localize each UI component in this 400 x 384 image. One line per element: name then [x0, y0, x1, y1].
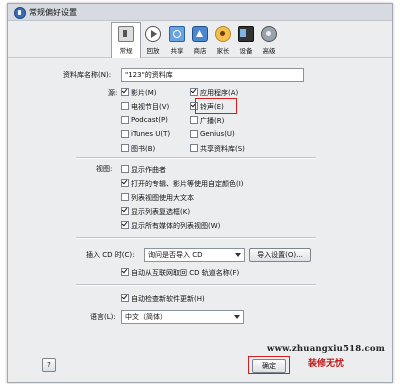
source-podcast-label: Podcast(P)	[131, 116, 168, 124]
source-movies-checkbox[interactable]	[121, 88, 129, 96]
source-genius-checkbox[interactable]	[190, 130, 198, 138]
cd-insert-label: 插入 CD 时(C):	[86, 251, 135, 259]
library-name-label: 资料库名称(N):	[63, 71, 112, 79]
tab-advanced[interactable]: 高级	[255, 23, 283, 56]
general-settings-icon	[118, 26, 134, 42]
title-bar: 常规偏好设置	[8, 4, 392, 21]
auto-fetch-cd-names-checkbox[interactable]	[121, 268, 129, 276]
device-icon	[238, 26, 254, 42]
source-shared-libraries-checkbox[interactable]	[190, 144, 198, 152]
site-watermark: www.zhuangxiu518.com 装修无忧	[256, 344, 396, 369]
store-icon	[192, 26, 208, 42]
preferences-window: 常规偏好设置 常规 回放 共享 商店 家长 设备 高级 资料库名称(N): "1…	[7, 3, 393, 383]
view-all-media-list-label: 显示所有媒体的列表视图(W)	[131, 222, 221, 230]
separator	[76, 157, 316, 159]
help-button[interactable]: ?	[42, 358, 56, 372]
view-show-composer-label: 显示作曲者	[131, 166, 166, 174]
source-tvshows-label: 电视节目(V)	[131, 103, 170, 111]
auto-check-updates-checkbox[interactable]	[121, 294, 129, 302]
source-itunesu-label: iTunes U(T)	[131, 130, 171, 138]
source-tvshows-checkbox[interactable]	[121, 102, 129, 110]
source-apps-label: 应用程序(A)	[200, 89, 239, 97]
source-radio-checkbox[interactable]	[190, 116, 198, 124]
advanced-icon	[261, 26, 277, 42]
auto-fetch-cd-names-label: 自动从互联网取回 CD 轨道名称(F)	[131, 269, 240, 277]
view-large-text-checkbox[interactable]	[121, 193, 129, 201]
view-all-media-list-checkbox[interactable]	[121, 221, 129, 229]
source-shared-libraries-label: 共享资料库(S)	[200, 145, 245, 153]
tab-sharing-label: 共享	[170, 47, 184, 55]
watermark-text: 装修无忧	[307, 359, 344, 369]
view-custom-colors-label: 打开的专辑、影片等使用自定颜色(I)	[131, 180, 244, 188]
cd-insert-select[interactable]: 询问是否导入 CD	[144, 248, 245, 262]
language-label: 语言(L):	[90, 313, 116, 321]
view-list-checkboxes-label: 显示列表复选框(K)	[131, 208, 191, 216]
itunes-app-icon	[14, 7, 26, 19]
view-custom-colors-checkbox[interactable]	[121, 179, 129, 187]
separator	[76, 237, 316, 239]
views-label: 视图:	[96, 165, 113, 173]
tab-general-label: 常规	[119, 47, 133, 55]
import-settings-button[interactable]: 导入设置(O)...	[249, 248, 311, 262]
chevron-down-icon	[234, 315, 240, 319]
source-podcast-checkbox[interactable]	[121, 116, 129, 124]
ringtone-highlight-box	[195, 98, 237, 114]
source-itunesu-checkbox[interactable]	[121, 130, 129, 138]
tab-advanced-label: 高级	[262, 47, 276, 55]
tab-parental-label: 家长	[216, 47, 230, 55]
source-books-checkbox[interactable]	[121, 144, 129, 152]
playback-icon	[145, 26, 161, 42]
tab-playback-label: 回放	[146, 47, 160, 55]
language-value: 中文（简体）	[125, 313, 167, 321]
view-large-text-label: 列表视图使用大文本	[131, 194, 194, 202]
sharing-icon	[169, 26, 185, 42]
source-movies-label: 影片(M)	[131, 89, 157, 97]
source-books-label: 图书(B)	[131, 145, 156, 153]
watermark-url: www.zhuangxiu518.com	[267, 344, 385, 354]
tab-general[interactable]: 常规	[111, 22, 141, 58]
library-name-input[interactable]: "123"的资料库	[121, 68, 304, 82]
window-title: 常规偏好设置	[29, 8, 77, 17]
chevron-down-icon	[235, 253, 241, 257]
view-show-composer-checkbox[interactable]	[121, 165, 129, 173]
separator	[76, 284, 316, 286]
tab-devices-label: 设备	[239, 47, 253, 55]
view-list-checkboxes-checkbox[interactable]	[121, 207, 129, 215]
tab-store-label: 商店	[193, 47, 207, 55]
language-select[interactable]: 中文（简体）	[121, 310, 244, 324]
preferences-toolbar: 常规 回放 共享 商店 家长 设备 高级	[8, 21, 392, 58]
auto-check-updates-label: 自动检查新软件更新(H)	[131, 295, 205, 303]
source-radio-label: 广播(R)	[200, 117, 225, 125]
cd-insert-value: 询问是否导入 CD	[148, 251, 203, 259]
parental-icon	[215, 26, 231, 42]
source-genius-label: Genius(U)	[200, 130, 235, 138]
source-apps-checkbox[interactable]	[190, 88, 198, 96]
sources-label: 源:	[108, 89, 118, 97]
